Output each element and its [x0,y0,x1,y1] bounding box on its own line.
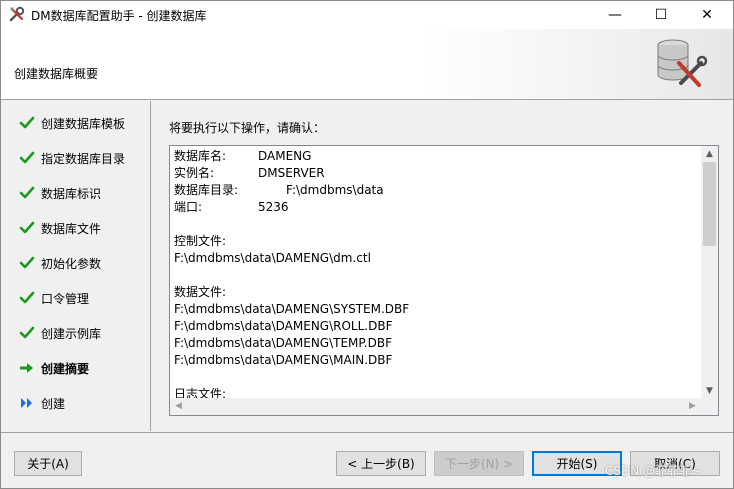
step-db-files: 数据库文件 [1,216,149,240]
scroll-down-icon[interactable]: ▼ [701,383,718,399]
double-chevron-icon [19,395,35,411]
summary-textbox[interactable]: 数据库名: DAMENG 实例名: DMSERVER 数据库目录: F:\dmdbms… [169,145,719,416]
db-name-value: DAMENG [258,149,312,163]
step-create: 创建 [1,391,149,415]
step-label: 创建 [41,396,66,411]
button-bar: 关于(A) < 上一步(B) 下一步(N) > 开始(S) 取消(C) [1,432,733,488]
step-label: 创建示例库 [41,326,102,341]
check-icon [19,325,35,341]
check-icon [19,220,35,236]
step-label: 创建数据库模板 [41,116,126,131]
port-value: 5236 [258,200,289,214]
step-password-mgmt: 口令管理 [1,286,149,310]
data-file-path: F:\dmdbms\data\DAMENG\ROLL.DBF [174,319,393,333]
step-label: 数据库文件 [41,221,102,236]
scroll-right-icon[interactable]: ▶ [684,398,701,415]
step-db-directory: 指定数据库目录 [1,146,149,170]
instance-value: DMSERVER [258,166,325,180]
check-icon [19,115,35,131]
step-create-summary: 创建摘要 [1,356,149,380]
confirm-prompt: 将要执行以下操作，请确认： [169,121,326,135]
prev-button[interactable]: < 上一步(B) [336,451,426,476]
step-init-params: 初始化参数 [1,251,149,275]
step-db-identity: 数据库标识 [1,181,149,205]
scroll-up-icon[interactable]: ▲ [701,146,718,162]
wrench-tools-icon [9,6,25,22]
control-file-path: F:\dmdbms\data\DAMENG\dm.ctl [174,251,371,265]
db-name-label: 数据库名: [174,149,227,163]
data-file-path: F:\dmdbms\data\DAMENG\TEMP.DBF [174,336,392,350]
step-label: 指定数据库目录 [41,151,126,166]
title-bar[interactable]: DM数据库配置助手 - 创建数据库 — ☐ ✕ [1,1,733,29]
step-sample-db: 创建示例库 [1,321,149,345]
about-button[interactable]: 关于(A) [14,451,82,476]
data-file-path: F:\dmdbms\data\DAMENG\SYSTEM.DBF [174,302,410,316]
app-window: DM数据库配置助手 - 创建数据库 — ☐ ✕ 创建数据库概要 创建数据库模板 [0,0,734,489]
minimize-button[interactable]: — [592,1,638,29]
data-files-label: 数据文件: [174,285,227,299]
step-create-template: 创建数据库模板 [1,111,149,135]
check-icon [19,150,35,166]
wizard-header: 创建数据库概要 [1,29,733,100]
check-icon [19,255,35,271]
summary-text: 数据库名: DAMENG 实例名: DMSERVER 数据库目录: F:\dmdbms… [174,148,694,403]
scrollbar-thumb[interactable] [703,162,716,246]
arrow-right-icon [19,360,35,376]
page-title: 创建数据库概要 [14,67,99,81]
db-dir-label: 数据库目录: [174,183,239,197]
summary-panel: 将要执行以下操作，请确认： 数据库名: DAMENG 实例名: DMSERVER 数… [152,101,733,431]
scroll-left-icon[interactable]: ◀ [170,398,187,415]
check-icon [19,290,35,306]
step-label: 口令管理 [41,291,90,306]
step-label: 创建摘要 [41,361,90,376]
data-file-path: F:\dmdbms\data\DAMENG\MAIN.DBF [174,353,393,367]
control-file-label: 控制文件: [174,234,227,248]
db-dir-value: F:\dmdbms\data [286,183,384,197]
horizontal-scrollbar[interactable]: ◀ ▶ [170,398,718,415]
step-label: 初始化参数 [41,256,102,271]
watermark: CSDN @菲菲菲~ [605,464,702,478]
check-icon [19,185,35,201]
close-button[interactable]: ✕ [684,1,730,29]
instance-label: 实例名: [174,166,215,180]
step-label: 数据库标识 [41,186,102,201]
vertical-scrollbar[interactable]: ▲ ▼ [701,146,718,399]
port-label: 端口: [174,200,203,214]
database-tools-icon [647,35,709,91]
wizard-steps-nav: 创建数据库模板 指定数据库目录 数据库标识 数据库文件 初始化参数 口令管理 创… [1,101,151,431]
next-button[interactable]: 下一步(N) > [434,451,524,476]
maximize-button[interactable]: ☐ [638,1,684,29]
window-title: DM数据库配置助手 - 创建数据库 [31,9,207,23]
